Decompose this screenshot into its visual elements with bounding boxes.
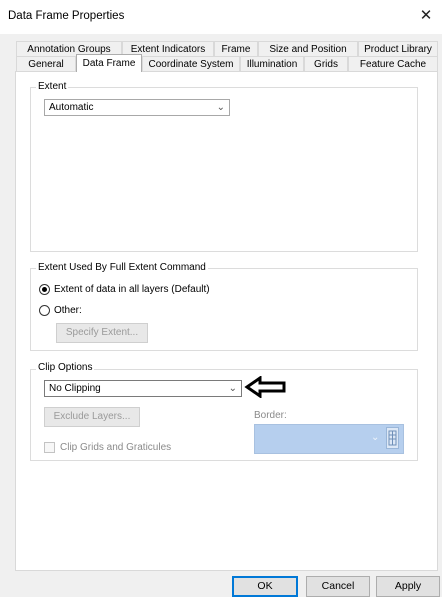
extent-value: Automatic: [49, 102, 94, 113]
tab-frame[interactable]: Frame: [214, 41, 258, 56]
grid-icon: [388, 430, 397, 446]
tab-coordinate-system[interactable]: Coordinate System: [142, 56, 240, 71]
clip-grids-checkbox[interactable]: [44, 442, 55, 453]
radio-extent-other-label: Other:: [54, 305, 82, 316]
extent-legend: Extent: [36, 81, 69, 92]
apply-button[interactable]: Apply: [376, 576, 440, 597]
tab-size-and-position[interactable]: Size and Position: [258, 41, 358, 56]
tab-feature-cache[interactable]: Feature Cache: [348, 56, 438, 71]
border-preview-selector[interactable]: ⌄: [254, 424, 404, 454]
chevron-down-icon: ⌄: [216, 102, 225, 113]
tab-data-frame[interactable]: Data Frame: [76, 54, 142, 72]
tab-general[interactable]: General: [16, 56, 76, 71]
radio-extent-default[interactable]: [39, 284, 50, 295]
clip-value: No Clipping: [49, 383, 101, 394]
clip-options-legend: Clip Options: [36, 362, 95, 373]
border-label: Border:: [254, 410, 287, 421]
clip-grids-label: Clip Grids and Graticules: [60, 442, 172, 453]
chevron-down-icon: ⌄: [228, 383, 237, 394]
arrow-left-icon: [244, 376, 286, 398]
ok-button[interactable]: OK: [232, 576, 298, 597]
chevron-down-icon: ⌄: [371, 432, 380, 443]
window-title: Data Frame Properties: [8, 10, 125, 22]
radio-extent-other[interactable]: [39, 305, 50, 316]
cancel-button[interactable]: Cancel: [306, 576, 370, 597]
full-extent-legend: Extent Used By Full Extent Command: [36, 262, 208, 273]
tab-grids[interactable]: Grids: [304, 56, 348, 71]
clip-dropdown[interactable]: No Clipping ⌄: [44, 380, 242, 397]
exclude-layers-button[interactable]: Exclude Layers...: [44, 407, 140, 427]
close-icon[interactable]: ✕: [416, 6, 436, 26]
tab-product-library[interactable]: Product Library: [358, 41, 438, 56]
tab-illumination[interactable]: Illumination: [240, 56, 304, 71]
extent-dropdown[interactable]: Automatic ⌄: [44, 99, 230, 116]
border-properties-icon[interactable]: [386, 427, 399, 449]
radio-extent-default-label: Extent of data in all layers (Default): [54, 284, 210, 295]
specify-extent-button[interactable]: Specify Extent...: [56, 323, 148, 343]
